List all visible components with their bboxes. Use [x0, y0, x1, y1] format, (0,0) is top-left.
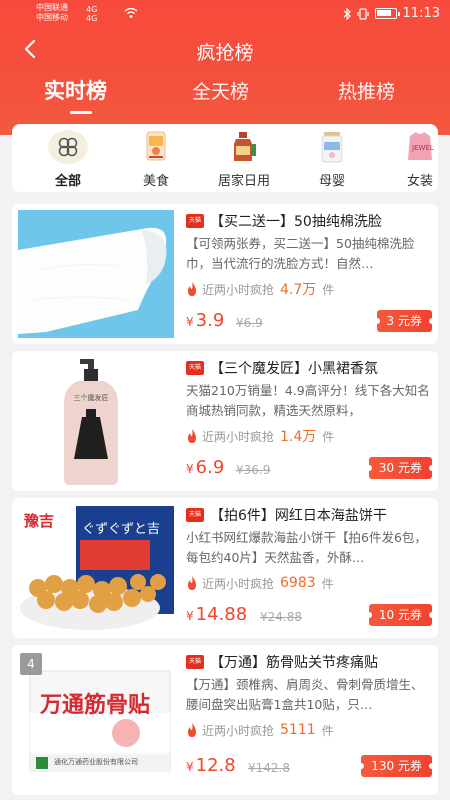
- clock: 11:13: [402, 6, 440, 21]
- product-description: 【可领两张券，买二送一】50抽纯棉洗脸巾，当代流行的洗脸方式！自然…: [186, 236, 415, 271]
- sales-unit: 件: [321, 576, 334, 591]
- sales-unit: 件: [322, 429, 335, 444]
- coupon-button[interactable]: 3 元券: [373, 310, 436, 332]
- sales-label: 近两小时疯抢: [202, 282, 275, 297]
- tab-all-day[interactable]: 全天榜: [192, 77, 249, 104]
- page-title: 疯抢榜: [196, 42, 254, 64]
- battery-icon: [374, 8, 400, 19]
- food-icon: [138, 130, 174, 164]
- category-women-clothing[interactable]: JEWEL 女装: [382, 130, 438, 189]
- header: 中国联通 中国移动 4G 4G 11:13 疯抢榜 实时榜 全天榜 热推榜: [0, 0, 450, 135]
- coupon-button[interactable]: 10 元券: [365, 604, 436, 626]
- original-price: ¥36.9: [236, 463, 271, 477]
- sales-stats: 近两小时疯抢 1.4万 件: [186, 427, 432, 445]
- product-title: 【拍6件】网红日本海盐饼干: [210, 508, 387, 524]
- baby-formula-icon: [314, 130, 350, 164]
- bottle-label: 三个魔发匠: [73, 394, 109, 402]
- sales-stats: 近两小时疯抢 5111 件: [186, 721, 432, 739]
- product-card[interactable]: 天猫 【买二送一】50抽纯棉洗脸 【可领两张券，买二送一】50抽纯棉洗脸巾，当代…: [12, 204, 438, 344]
- sales-unit: 件: [321, 723, 334, 738]
- original-price: ¥24.88: [260, 610, 302, 624]
- tab-realtime[interactable]: 实时榜: [44, 75, 107, 105]
- sales-unit: 件: [322, 282, 335, 297]
- tmall-badge: 天猫: [186, 361, 204, 375]
- sales-count: 1.4万: [280, 429, 317, 445]
- coupon-button[interactable]: 30 元券: [365, 457, 436, 479]
- tab-bar: 实时榜 全天榜 热推榜: [0, 75, 450, 120]
- tab-hot-recommend[interactable]: 热推榜: [338, 77, 395, 104]
- original-price: ¥6.9: [236, 316, 263, 330]
- current-price: ¥14.88: [186, 604, 248, 625]
- tab-active-indicator: [70, 111, 92, 114]
- tmall-badge: 天猫: [186, 508, 204, 522]
- product-card[interactable]: 三个魔发匠 天猫 【三个魔发匠】小黑裙香氛 天猫210万销量！4.9高评分！线下…: [12, 351, 438, 491]
- women-clothing-icon: JEWEL: [402, 130, 438, 164]
- current-price: ¥3.9: [186, 310, 225, 331]
- pack-text: ぐずぐずと吉: [82, 522, 161, 537]
- category-label: 母婴: [318, 174, 345, 189]
- product-description: 【万通】颈椎病、肩周炎、骨刺骨质增生、腰间盘突出贴膏1盒共10贴，只…: [186, 677, 424, 712]
- product-description: 天猫210万销量！4.9高评分！线下各大知名商城热销同款，精选天然原料，: [186, 383, 430, 418]
- biscuit-image: 豫吉 ぐずぐずと吉: [18, 504, 174, 632]
- fire-icon: [188, 429, 196, 443]
- fire-icon: [188, 723, 196, 737]
- sales-count: 4.7万: [280, 282, 317, 298]
- category-label: 女装: [406, 174, 433, 189]
- sales-count: 6983: [280, 575, 316, 591]
- category-baby[interactable]: 母婴: [294, 130, 370, 189]
- fire-icon: [188, 576, 196, 590]
- box-title: 万通筋骨贴: [40, 693, 151, 718]
- product-description: 小红书网红爆款海盐小饼干【拍6件发6包，每包约40片】天然盐香，外酥…: [186, 530, 427, 565]
- network-info: 4G 4G: [86, 5, 97, 23]
- product-card[interactable]: 万通筋骨贴 通化万通药业股份有限公司 4 天猫 【万通】筋骨贴关节疼痛贴 【万通…: [12, 645, 438, 795]
- original-price: ¥142.8: [248, 761, 290, 775]
- nav-bar: 疯抢榜: [0, 30, 450, 70]
- network-1: 4G: [86, 5, 98, 14]
- category-all[interactable]: 全部: [30, 130, 106, 189]
- network-2: 4G: [86, 14, 98, 23]
- coupon-button[interactable]: 130 元券: [358, 755, 435, 777]
- bluetooth-icon: [343, 7, 351, 20]
- box-maker: 通化万通药业股份有限公司: [54, 758, 138, 766]
- sales-label: 近两小时疯抢: [202, 429, 275, 444]
- sales-label: 近两小时疯抢: [202, 723, 275, 738]
- category-label: 美食: [142, 174, 169, 189]
- cotton-towel-image: [18, 210, 174, 338]
- household-icon: [226, 130, 262, 164]
- product-card[interactable]: 豫吉 ぐずぐずと吉 天猫 【拍6件】网红日本海盐饼干 小红书网红爆款海盐小饼干【…: [12, 498, 438, 638]
- category-food[interactable]: 美食: [118, 130, 194, 189]
- current-price: ¥6.9: [186, 457, 225, 478]
- tmall-badge: 天猫: [186, 655, 204, 669]
- brand-text: 豫吉: [24, 512, 55, 530]
- carrier-1: 中国联通: [36, 3, 68, 12]
- vibrate-icon: [356, 7, 369, 20]
- svg-text:JEWEL: JEWEL: [411, 144, 434, 152]
- wifi-icon: [124, 8, 138, 18]
- carrier-info: 中国联通 中国移动: [36, 3, 68, 23]
- current-price: ¥12.8: [186, 755, 236, 776]
- product-title: 【三个魔发匠】小黑裙香氛: [210, 361, 378, 377]
- rank-badge: 4: [20, 653, 42, 675]
- category-household[interactable]: 居家日用: [206, 130, 282, 189]
- clover-icon: [48, 130, 88, 164]
- category-label: 居家日用: [217, 174, 270, 189]
- product-title: 【买二送一】50抽纯棉洗脸: [210, 214, 382, 230]
- category-bar: 全部 美食 居家日用 母婴 JEWEL 女装: [12, 124, 438, 192]
- category-label: 全部: [54, 174, 81, 189]
- carrier-2: 中国移动: [36, 13, 68, 22]
- product-title: 【万通】筋骨贴关节疼痛贴: [210, 655, 378, 671]
- shampoo-bottle-image: 三个魔发匠: [18, 357, 174, 485]
- status-bar: 中国联通 中国移动 4G 4G 11:13: [0, 0, 450, 28]
- fire-icon: [188, 282, 196, 296]
- sales-count: 5111: [280, 722, 316, 738]
- sales-label: 近两小时疯抢: [202, 576, 275, 591]
- sales-stats: 近两小时疯抢 4.7万 件: [186, 280, 432, 298]
- tmall-badge: 天猫: [186, 214, 204, 228]
- sales-stats: 近两小时疯抢 6983 件: [186, 574, 432, 592]
